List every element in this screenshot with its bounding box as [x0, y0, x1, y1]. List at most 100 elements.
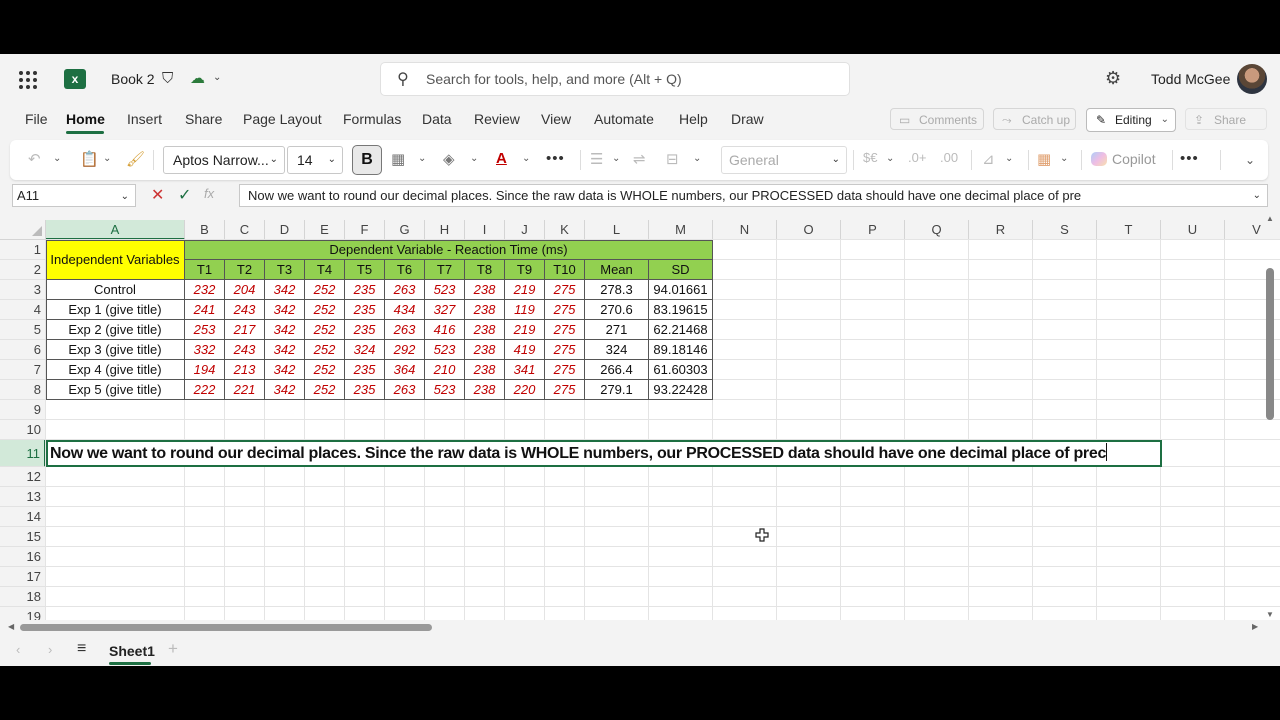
raw-data-cell[interactable]: 324 — [345, 340, 385, 360]
tab-draw[interactable]: Draw — [731, 111, 764, 127]
raw-data-cell[interactable]: 204 — [225, 280, 265, 300]
raw-data-cell[interactable]: 219 — [505, 320, 545, 340]
raw-data-cell[interactable]: 243 — [225, 340, 265, 360]
raw-data-cell[interactable]: 523 — [425, 280, 465, 300]
chevron-down-icon[interactable]: ⌄ — [213, 72, 221, 83]
row-header[interactable]: 15 — [0, 527, 46, 547]
mean-cell[interactable]: 279.1 — [585, 380, 649, 400]
raw-data-cell[interactable]: 342 — [265, 380, 305, 400]
raw-data-cell[interactable]: 263 — [385, 320, 425, 340]
search-box[interactable]: ⚲ Search for tools, help, and more (Alt … — [381, 63, 849, 95]
raw-data-cell[interactable]: 243 — [225, 300, 265, 320]
chevron-down-icon[interactable]: ⌄ — [522, 153, 530, 164]
column-header[interactable]: V — [1225, 220, 1280, 240]
chevron-down-icon[interactable]: ⌄ — [470, 153, 478, 164]
row-header[interactable]: 18 — [0, 587, 46, 607]
trial-header[interactable]: T6 — [385, 260, 425, 280]
raw-data-cell[interactable]: 221 — [225, 380, 265, 400]
align-icon[interactable]: ☰ — [590, 150, 603, 168]
row-label-cell[interactable]: Exp 2 (give title) — [46, 320, 185, 340]
active-cell-editor[interactable]: Now we want to round our decimal places.… — [46, 440, 1162, 467]
sd-cell[interactable]: 61.60303 — [649, 360, 713, 380]
row-header[interactable]: 4 — [0, 300, 46, 320]
column-header[interactable]: O — [777, 220, 841, 240]
more-font-options-icon[interactable]: ••• — [546, 150, 565, 167]
column-header[interactable]: J — [505, 220, 545, 240]
row-header[interactable]: 11 — [0, 440, 46, 467]
raw-data-cell[interactable]: 252 — [305, 380, 345, 400]
cloud-saved-icon[interactable]: ☁ — [190, 69, 205, 87]
chevron-down-icon[interactable]: ⌄ — [1060, 153, 1068, 164]
formula-input[interactable]: Now we want to round our decimal places.… — [239, 184, 1268, 207]
more-options-icon[interactable]: ••• — [1180, 150, 1199, 167]
raw-data-cell[interactable]: 416 — [425, 320, 465, 340]
row-header[interactable]: 19 — [0, 607, 46, 620]
sd-cell[interactable]: 93.22428 — [649, 380, 713, 400]
number-format-select[interactable]: General ⌄ — [721, 146, 847, 174]
raw-data-cell[interactable]: 252 — [305, 360, 345, 380]
row-header[interactable]: 9 — [0, 400, 46, 420]
raw-data-cell[interactable]: 217 — [225, 320, 265, 340]
conditional-formatting-icon[interactable]: ⊿ — [982, 150, 995, 168]
raw-data-cell[interactable]: 332 — [185, 340, 225, 360]
column-header[interactable]: E — [305, 220, 345, 240]
trial-header[interactable]: T1 — [185, 260, 225, 280]
chevron-down-icon[interactable]: ⌄ — [1005, 153, 1013, 164]
raw-data-cell[interactable]: 119 — [505, 300, 545, 320]
tab-insert[interactable]: Insert — [127, 111, 162, 127]
column-header[interactable]: F — [345, 220, 385, 240]
column-header[interactable]: Q — [905, 220, 969, 240]
row-header[interactable]: 3 — [0, 280, 46, 300]
merge-icon[interactable]: ⊟ — [666, 150, 679, 168]
column-header[interactable]: G — [385, 220, 425, 240]
expand-ribbon-icon[interactable]: ⌄ — [1245, 153, 1255, 167]
mean-cell[interactable]: 270.6 — [585, 300, 649, 320]
wrap-text-icon[interactable]: ⇌ — [633, 150, 646, 168]
raw-data-cell[interactable]: 263 — [385, 280, 425, 300]
dependent-variable-header[interactable]: Dependent Variable - Reaction Time (ms) — [185, 240, 713, 260]
raw-data-cell[interactable]: 252 — [305, 320, 345, 340]
mean-cell[interactable]: 278.3 — [585, 280, 649, 300]
row-header[interactable]: 13 — [0, 487, 46, 507]
row-header[interactable]: 17 — [0, 567, 46, 587]
app-launcher-icon[interactable] — [19, 71, 37, 89]
cell-styles-icon[interactable]: ▦ — [1037, 150, 1051, 168]
raw-data-cell[interactable]: 292 — [385, 340, 425, 360]
column-header[interactable]: K — [545, 220, 585, 240]
raw-data-cell[interactable]: 213 — [225, 360, 265, 380]
trial-header[interactable]: T2 — [225, 260, 265, 280]
name-box[interactable]: A11 ⌄ — [12, 184, 136, 207]
all-sheets-menu-icon[interactable]: ≡ — [77, 640, 86, 658]
comments-button[interactable]: ▭ Comments — [890, 108, 984, 130]
raw-data-cell[interactable]: 341 — [505, 360, 545, 380]
mean-header[interactable]: Mean — [585, 260, 649, 280]
tab-data[interactable]: Data — [422, 111, 452, 127]
next-sheet-icon[interactable]: › — [48, 642, 52, 657]
raw-data-cell[interactable]: 434 — [385, 300, 425, 320]
avatar[interactable] — [1237, 64, 1267, 94]
paste-icon[interactable]: 📋 — [80, 150, 99, 168]
raw-data-cell[interactable]: 275 — [545, 380, 585, 400]
tab-share[interactable]: Share — [185, 111, 222, 127]
column-header[interactable]: N — [713, 220, 777, 240]
row-label-cell[interactable]: Exp 3 (give title) — [46, 340, 185, 360]
trial-header[interactable]: T9 — [505, 260, 545, 280]
row-header[interactable]: 2 — [0, 260, 46, 280]
raw-data-cell[interactable]: 252 — [305, 280, 345, 300]
column-header[interactable]: T — [1097, 220, 1161, 240]
column-header[interactable]: I — [465, 220, 505, 240]
column-header[interactable]: B — [185, 220, 225, 240]
raw-data-cell[interactable]: 275 — [545, 280, 585, 300]
sd-cell[interactable]: 83.19615 — [649, 300, 713, 320]
scroll-left-icon[interactable]: ◀ — [8, 622, 14, 631]
raw-data-cell[interactable]: 235 — [345, 320, 385, 340]
raw-data-cell[interactable]: 523 — [425, 340, 465, 360]
format-painter-icon[interactable]: 🖌 — [126, 150, 145, 168]
raw-data-cell[interactable]: 238 — [465, 340, 505, 360]
settings-gear-icon[interactable]: ⚙ — [1105, 68, 1121, 89]
tab-automate[interactable]: Automate — [594, 111, 654, 127]
chevron-down-icon[interactable]: ⌄ — [53, 153, 61, 164]
raw-data-cell[interactable]: 342 — [265, 320, 305, 340]
chevron-down-icon[interactable]: ⌄ — [886, 153, 894, 164]
sd-header[interactable]: SD — [649, 260, 713, 280]
